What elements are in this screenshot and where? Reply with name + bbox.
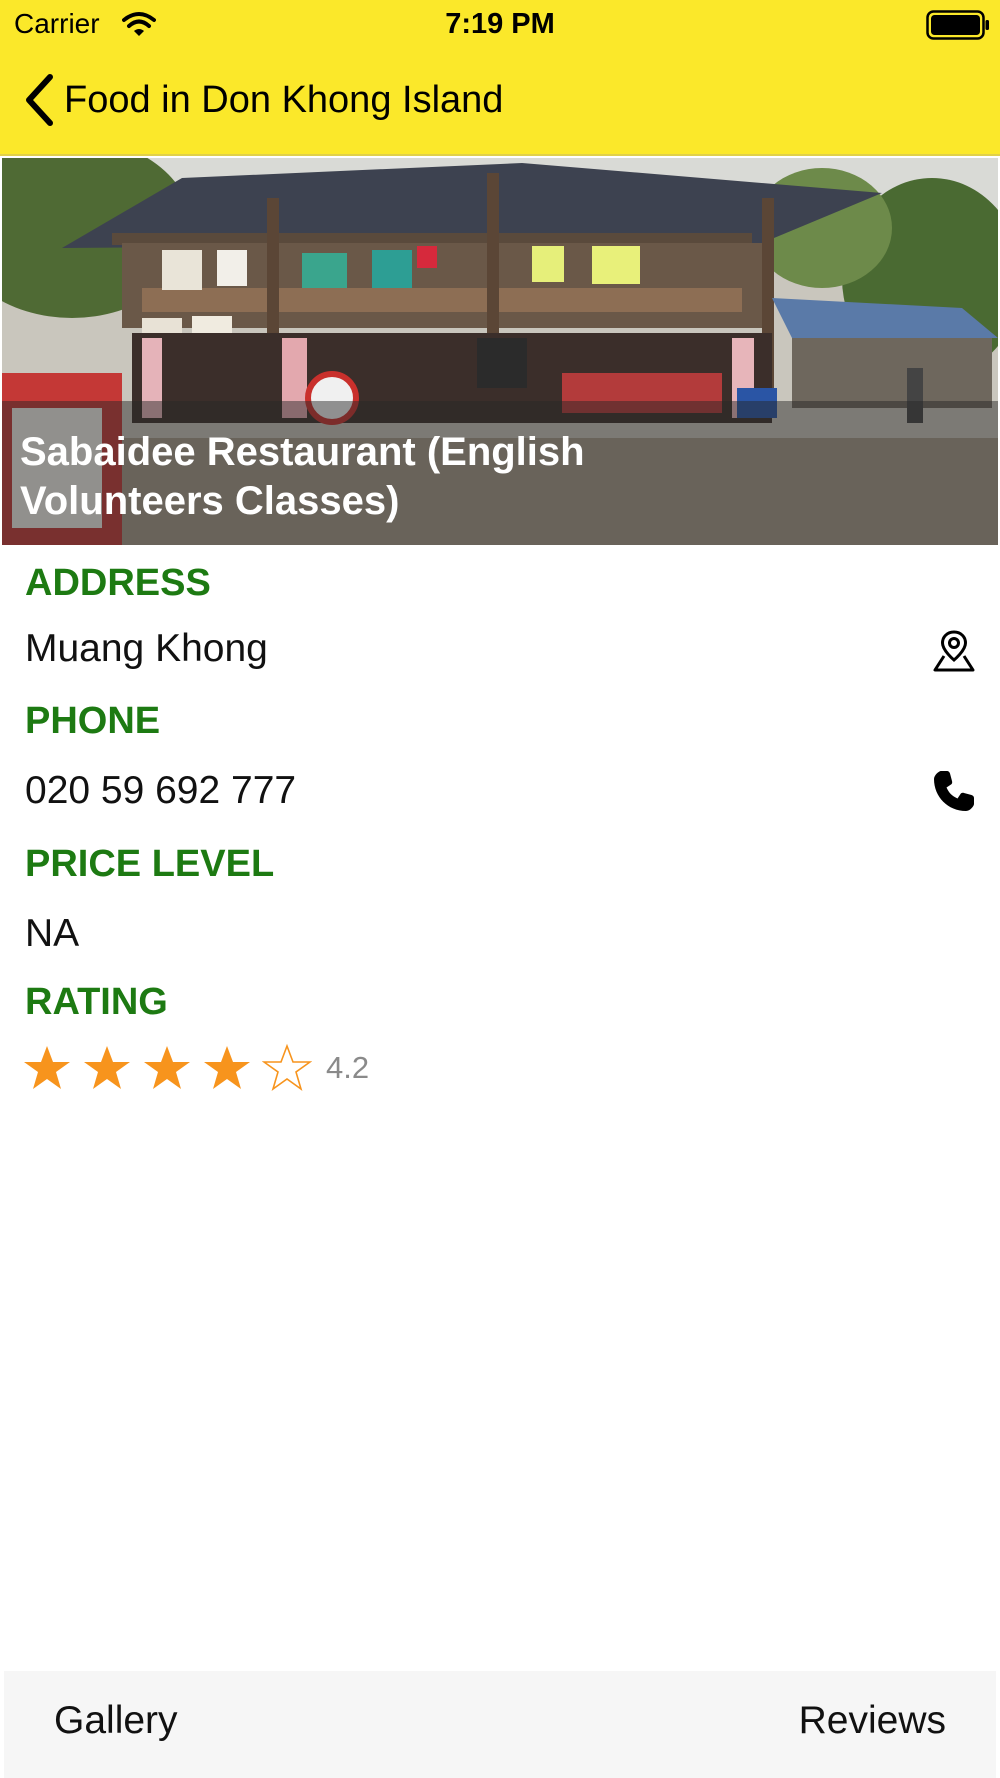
- star-filled-icon: [144, 1046, 190, 1089]
- address-label: ADDRESS: [25, 562, 211, 604]
- battery-icon: [926, 10, 989, 40]
- star-filled-icon: [24, 1046, 70, 1089]
- map-pin-icon[interactable]: [930, 626, 978, 674]
- tab-reviews[interactable]: Reviews: [799, 1699, 946, 1743]
- app-screen: Carrier 7:19 PM Food in Don Khong Island: [0, 0, 1000, 1778]
- rating-label: RATING: [25, 981, 168, 1023]
- star-filled-icon: [84, 1046, 130, 1089]
- bottom-tab-bar: Gallery Reviews: [4, 1671, 996, 1778]
- rating-stars: 4.2: [22, 1040, 369, 1096]
- nav-bar: Food in Don Khong Island: [0, 60, 1000, 146]
- status-bar: Carrier 7:19 PM: [0, 0, 1000, 50]
- price-level-label: PRICE LEVEL: [25, 843, 275, 885]
- phone-icon[interactable]: [930, 767, 978, 815]
- nav-title: Food in Don Khong Island: [64, 78, 504, 121]
- restaurant-photo: Sabaidee Restaurant (English Volunteers …: [2, 158, 998, 545]
- tab-gallery[interactable]: Gallery: [54, 1699, 178, 1743]
- status-time: 7:19 PM: [445, 8, 555, 40]
- phone-label: PHONE: [25, 700, 161, 742]
- top-header: Carrier 7:19 PM Food in Don Khong Island: [0, 0, 1000, 156]
- price-level-value: NA: [25, 912, 80, 955]
- star-filled-icon: [204, 1046, 250, 1089]
- address-value: Muang Khong: [25, 627, 268, 670]
- back-button[interactable]: Food in Don Khong Island: [22, 70, 503, 130]
- restaurant-name: Sabaidee Restaurant (English Volunteers …: [20, 430, 585, 523]
- star-empty-icon: [262, 1043, 312, 1091]
- chevron-left-icon: [26, 74, 53, 126]
- phone-value: 020 59 692 777: [25, 769, 297, 812]
- rating-value: 4.2: [326, 1050, 370, 1085]
